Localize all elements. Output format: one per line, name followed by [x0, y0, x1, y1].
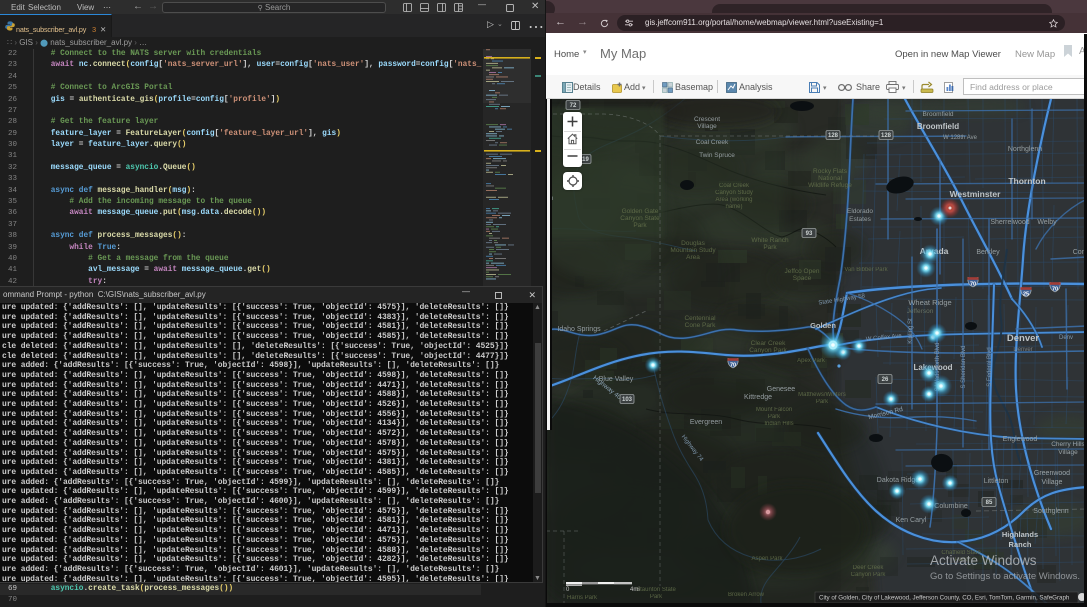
svg-text:City of Golden, City of Lakewo: City of Golden, City of Lakewood, Jeffer…	[819, 595, 1070, 602]
svg-text:Estates: Estates	[849, 216, 871, 223]
svg-text:name): name)	[725, 204, 742, 210]
svg-text:25: 25	[1023, 291, 1029, 297]
svg-text:W 128th Ave: W 128th Ave	[943, 135, 978, 141]
svg-text:Wildlife Refuge: Wildlife Refuge	[808, 182, 852, 189]
svg-text:Englewood: Englewood	[1003, 436, 1038, 443]
svg-text:Go to Settings to activate Win: Go to Settings to activate Windows.	[930, 571, 1080, 582]
svg-text:Canyon Study: Canyon Study	[715, 190, 753, 196]
svg-text:Canyon Park: Canyon Park	[749, 347, 787, 354]
svg-text:S Federal Blvd: S Federal Blvd	[987, 347, 993, 386]
svg-text:Park: Park	[768, 414, 781, 420]
svg-text:Kipling St: Kipling St	[908, 318, 914, 344]
svg-text:Highlands: Highlands	[1002, 530, 1038, 539]
svg-text:Broken Arrow: Broken Arrow	[728, 592, 765, 598]
svg-text:Crescent: Crescent	[694, 116, 720, 123]
svg-text:Columbine: Columbine	[934, 503, 968, 510]
svg-text:128: 128	[881, 133, 892, 139]
svg-text:4mi: 4mi	[630, 587, 640, 593]
svg-text:Broomfield: Broomfield	[922, 111, 953, 118]
svg-text:Coal Creek: Coal Creek	[696, 139, 729, 146]
svg-text:Park: Park	[816, 399, 829, 405]
svg-text:Indian Hills: Indian Hills	[764, 421, 793, 427]
svg-text:72: 72	[570, 103, 577, 109]
svg-text:Area (working: Area (working	[715, 197, 752, 203]
svg-text:Ranch: Ranch	[1009, 540, 1032, 549]
svg-text:70: 70	[970, 281, 976, 287]
svg-text:Eldorado: Eldorado	[847, 208, 873, 215]
svg-text:Clear Creek: Clear Creek	[751, 340, 786, 347]
svg-text:Jefferson: Jefferson	[907, 308, 934, 315]
svg-text:Thornton: Thornton	[1008, 176, 1045, 186]
svg-text:Village: Village	[1058, 449, 1078, 456]
svg-text:93: 93	[806, 231, 813, 237]
svg-text:Golden: Golden	[810, 321, 836, 330]
svg-text:Village: Village	[1042, 479, 1063, 486]
svg-text:Northglenn: Northglenn	[1008, 146, 1042, 153]
svg-text:Mount Falcon: Mount Falcon	[756, 407, 792, 413]
svg-text:Jeffco Open: Jeffco Open	[785, 268, 820, 275]
svg-text:Van Bibber Park: Van Bibber Park	[844, 267, 888, 273]
svg-text:Canyon Park: Canyon Park	[851, 572, 887, 578]
svg-text:Evergreen: Evergreen	[690, 419, 722, 426]
svg-text:Park: Park	[763, 244, 777, 251]
svg-text:70: 70	[730, 362, 736, 368]
svg-text:Mountain Study: Mountain Study	[670, 247, 716, 254]
svg-text:Area: Area	[686, 254, 700, 261]
svg-text:Cherry Hills: Cherry Hills	[1051, 441, 1085, 448]
svg-text:Twin Spruce: Twin Spruce	[699, 152, 735, 159]
svg-text:White Ranch: White Ranch	[751, 237, 789, 244]
svg-text:Denv: Denv	[1059, 335, 1073, 341]
svg-text:Activate Windows: Activate Windows	[930, 553, 1037, 568]
svg-text:Wheat Ridge: Wheat Ridge	[908, 298, 951, 307]
svg-text:Park: Park	[633, 222, 647, 229]
svg-text:103: 103	[622, 397, 633, 403]
svg-text:Douglas: Douglas	[681, 240, 706, 247]
svg-text:National: National	[818, 175, 842, 182]
svg-text:Sherrelwood: Sherrelwood	[990, 219, 1029, 226]
svg-text:Genesee: Genesee	[767, 386, 796, 393]
svg-text:Kittredge: Kittredge	[744, 394, 772, 401]
svg-text:Denver: Denver	[1007, 333, 1040, 344]
svg-text:Park: Park	[650, 594, 663, 600]
svg-text:Aspen Park: Aspen Park	[751, 556, 783, 562]
svg-text:Deer Creek: Deer Creek	[853, 565, 885, 571]
svg-text:Village: Village	[697, 123, 717, 130]
svg-text:Cone Park: Cone Park	[685, 322, 716, 329]
svg-text:Greenwood: Greenwood	[1034, 470, 1070, 477]
svg-text:Apex Park: Apex Park	[797, 358, 826, 364]
svg-text:Denver: Denver	[1013, 347, 1032, 353]
svg-text:70: 70	[1052, 286, 1058, 292]
svg-text:Rocky Flats: Rocky Flats	[813, 168, 848, 175]
svg-text:Staunton State: Staunton State	[636, 587, 676, 593]
svg-text:Westminster: Westminster	[950, 189, 1002, 199]
svg-text:Ken Caryl: Ken Caryl	[896, 517, 927, 524]
svg-text:26: 26	[882, 377, 889, 383]
svg-text:Space: Space	[793, 275, 812, 282]
svg-text:128: 128	[828, 133, 839, 139]
svg-text:Golden Gate: Golden Gate	[622, 208, 659, 215]
svg-text:Harris Park: Harris Park	[567, 595, 598, 601]
svg-text:Idaho Springs: Idaho Springs	[557, 326, 601, 333]
svg-text:Coal Creek: Coal Creek	[719, 183, 750, 189]
svg-text:Canyon State: Canyon State	[620, 215, 660, 222]
svg-text:85: 85	[986, 500, 993, 506]
svg-text:Berkley: Berkley	[976, 249, 1000, 256]
svg-text:S Sheridan Blvd: S Sheridan Blvd	[961, 345, 967, 388]
svg-text:Broomfield: Broomfield	[917, 122, 959, 131]
svg-text:Matthews/Winters: Matthews/Winters	[798, 392, 846, 398]
svg-text:Centennial: Centennial	[684, 315, 716, 322]
svg-text:Welby: Welby	[1037, 219, 1057, 226]
svg-text:Southglenn: Southglenn	[1033, 508, 1069, 515]
svg-text:Littleton: Littleton	[984, 478, 1009, 485]
